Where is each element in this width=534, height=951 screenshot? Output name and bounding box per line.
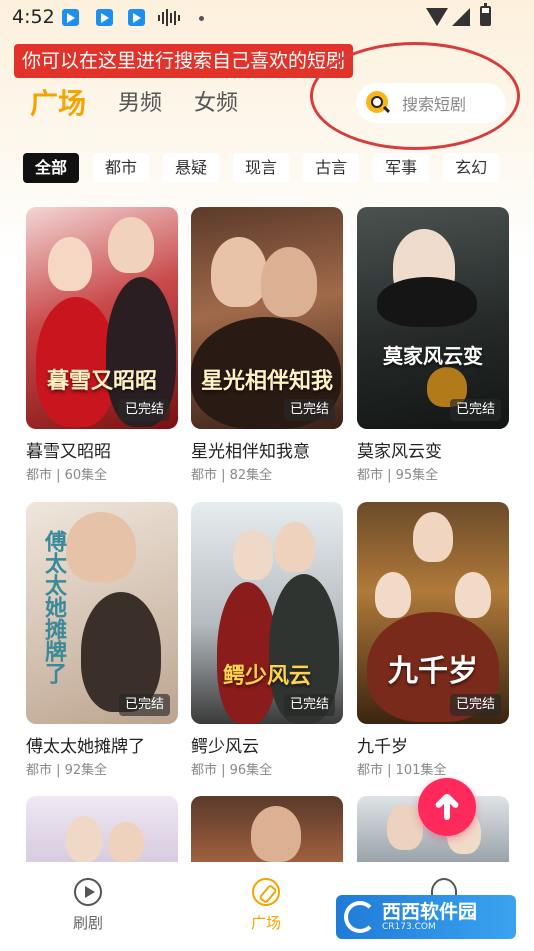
audio-wave-icon bbox=[158, 9, 180, 26]
annotation-label: 你可以在这里进行搜索自己喜欢的短剧 bbox=[14, 44, 354, 78]
watermark-logo: 西西软件园 CR173.COM bbox=[336, 895, 516, 939]
drama-meta: 都市 | 92集全 bbox=[26, 763, 108, 778]
scroll-to-top-button[interactable] bbox=[418, 778, 476, 836]
drama-poster: 傅太太她摊牌了 已完结 bbox=[26, 502, 178, 724]
drama-card[interactable]: 鳄少风云 已完结 鳄少风云 都市 | 96集全 bbox=[191, 502, 343, 778]
signal-icon bbox=[452, 8, 470, 26]
drama-poster: 暮雪又昭昭 已完结 bbox=[26, 207, 178, 429]
notification-app-icon bbox=[128, 9, 145, 26]
drama-card[interactable] bbox=[26, 796, 178, 862]
battery-icon bbox=[480, 3, 491, 26]
drama-card[interactable]: 傅太太她摊牌了 已完结 傅太太她摊牌了 都市 | 92集全 bbox=[26, 502, 178, 778]
nav-label: 广场 bbox=[250, 914, 281, 932]
drama-meta: 都市 | 60集全 bbox=[26, 468, 108, 483]
compass-icon bbox=[252, 878, 280, 906]
tab-plaza[interactable]: 广场 bbox=[30, 84, 86, 124]
nav-item-plaza[interactable]: 广场 bbox=[226, 878, 306, 933]
drama-poster: 鳄少风云 已完结 bbox=[191, 502, 343, 724]
tab-male[interactable]: 男频 bbox=[118, 84, 162, 124]
category-chip-suspense[interactable]: 悬疑 bbox=[163, 153, 220, 183]
status-badge: 已完结 bbox=[118, 694, 170, 716]
poster-title: 傅太太她摊牌了 bbox=[41, 530, 67, 684]
drama-poster: 九千岁 已完结 bbox=[357, 502, 509, 724]
drama-title: 九千岁 bbox=[357, 737, 408, 757]
drama-title: 星光相伴知我意 bbox=[191, 442, 310, 462]
category-chip-fantasy[interactable]: 玄幻 bbox=[443, 153, 500, 183]
drama-card[interactable]: 星光相伴知我 已完结 星光相伴知我意 都市 | 82集全 bbox=[191, 207, 343, 483]
watermark-name: 西西软件园 bbox=[382, 901, 478, 923]
category-chip-urban[interactable]: 都市 bbox=[93, 153, 150, 183]
category-chip-all[interactable]: 全部 bbox=[23, 153, 80, 183]
drama-title: 暮雪又昭昭 bbox=[26, 442, 111, 462]
drama-meta: 都市 | 82集全 bbox=[191, 468, 273, 483]
category-chips: 全部 都市 悬疑 现言 古言 军事 玄幻 bbox=[23, 153, 500, 183]
category-chip-military[interactable]: 军事 bbox=[373, 153, 430, 183]
status-bar: 4:52 bbox=[0, 0, 534, 36]
status-badge: 已完结 bbox=[449, 694, 501, 716]
drama-meta: 都市 | 101集全 bbox=[357, 763, 447, 778]
drama-card[interactable]: 莫家风云变 已完结 莫家风云变 都市 | 95集全 bbox=[357, 207, 509, 483]
category-chip-ancient-romance[interactable]: 古言 bbox=[303, 153, 360, 183]
annotation-oval bbox=[310, 42, 520, 150]
drama-title: 鳄少风云 bbox=[191, 737, 259, 757]
drama-card[interactable] bbox=[191, 796, 343, 862]
drama-poster bbox=[191, 796, 343, 862]
drama-card[interactable]: 暮雪又昭昭 已完结 暮雪又昭昭 都市 | 60集全 bbox=[26, 207, 178, 483]
wifi-icon bbox=[426, 8, 448, 26]
nav-label: 刷剧 bbox=[72, 914, 103, 932]
drama-meta: 都市 | 96集全 bbox=[191, 763, 273, 778]
notification-app-icon bbox=[96, 9, 113, 26]
notification-app-icon bbox=[62, 9, 79, 26]
drama-title: 傅太太她摊牌了 bbox=[26, 737, 145, 757]
category-chip-modern-romance[interactable]: 现言 bbox=[233, 153, 290, 183]
status-time: 4:52 bbox=[12, 6, 55, 28]
status-badge: 已完结 bbox=[283, 694, 335, 716]
drama-poster: 星光相伴知我 已完结 bbox=[191, 207, 343, 429]
poster-title: 鳄少风云 bbox=[222, 663, 311, 689]
poster-title: 星光相伴知我 bbox=[200, 368, 333, 394]
poster-title: 莫家风云变 bbox=[383, 344, 483, 368]
nav-item-binge[interactable]: 刷剧 bbox=[48, 878, 128, 933]
tab-female[interactable]: 女频 bbox=[194, 84, 238, 124]
drama-poster bbox=[26, 796, 178, 862]
status-badge: 已完结 bbox=[118, 399, 170, 421]
watermark-icon bbox=[344, 901, 376, 933]
drama-card[interactable]: 九千岁 已完结 九千岁 都市 | 101集全 bbox=[357, 502, 509, 778]
status-badge: 已完结 bbox=[283, 399, 335, 421]
poster-title: 九千岁 bbox=[388, 654, 478, 689]
channel-tabs: 广场 男频 女频 bbox=[30, 84, 270, 124]
poster-title: 暮雪又昭昭 bbox=[46, 368, 157, 394]
drama-meta: 都市 | 95集全 bbox=[357, 468, 439, 483]
status-badge: 已完结 bbox=[449, 399, 501, 421]
play-circle-icon bbox=[74, 878, 102, 906]
drama-title: 莫家风云变 bbox=[357, 442, 442, 462]
drama-poster: 莫家风云变 已完结 bbox=[357, 207, 509, 429]
watermark-url: CR173.COM bbox=[382, 922, 436, 932]
more-notifications-dot bbox=[199, 16, 204, 21]
